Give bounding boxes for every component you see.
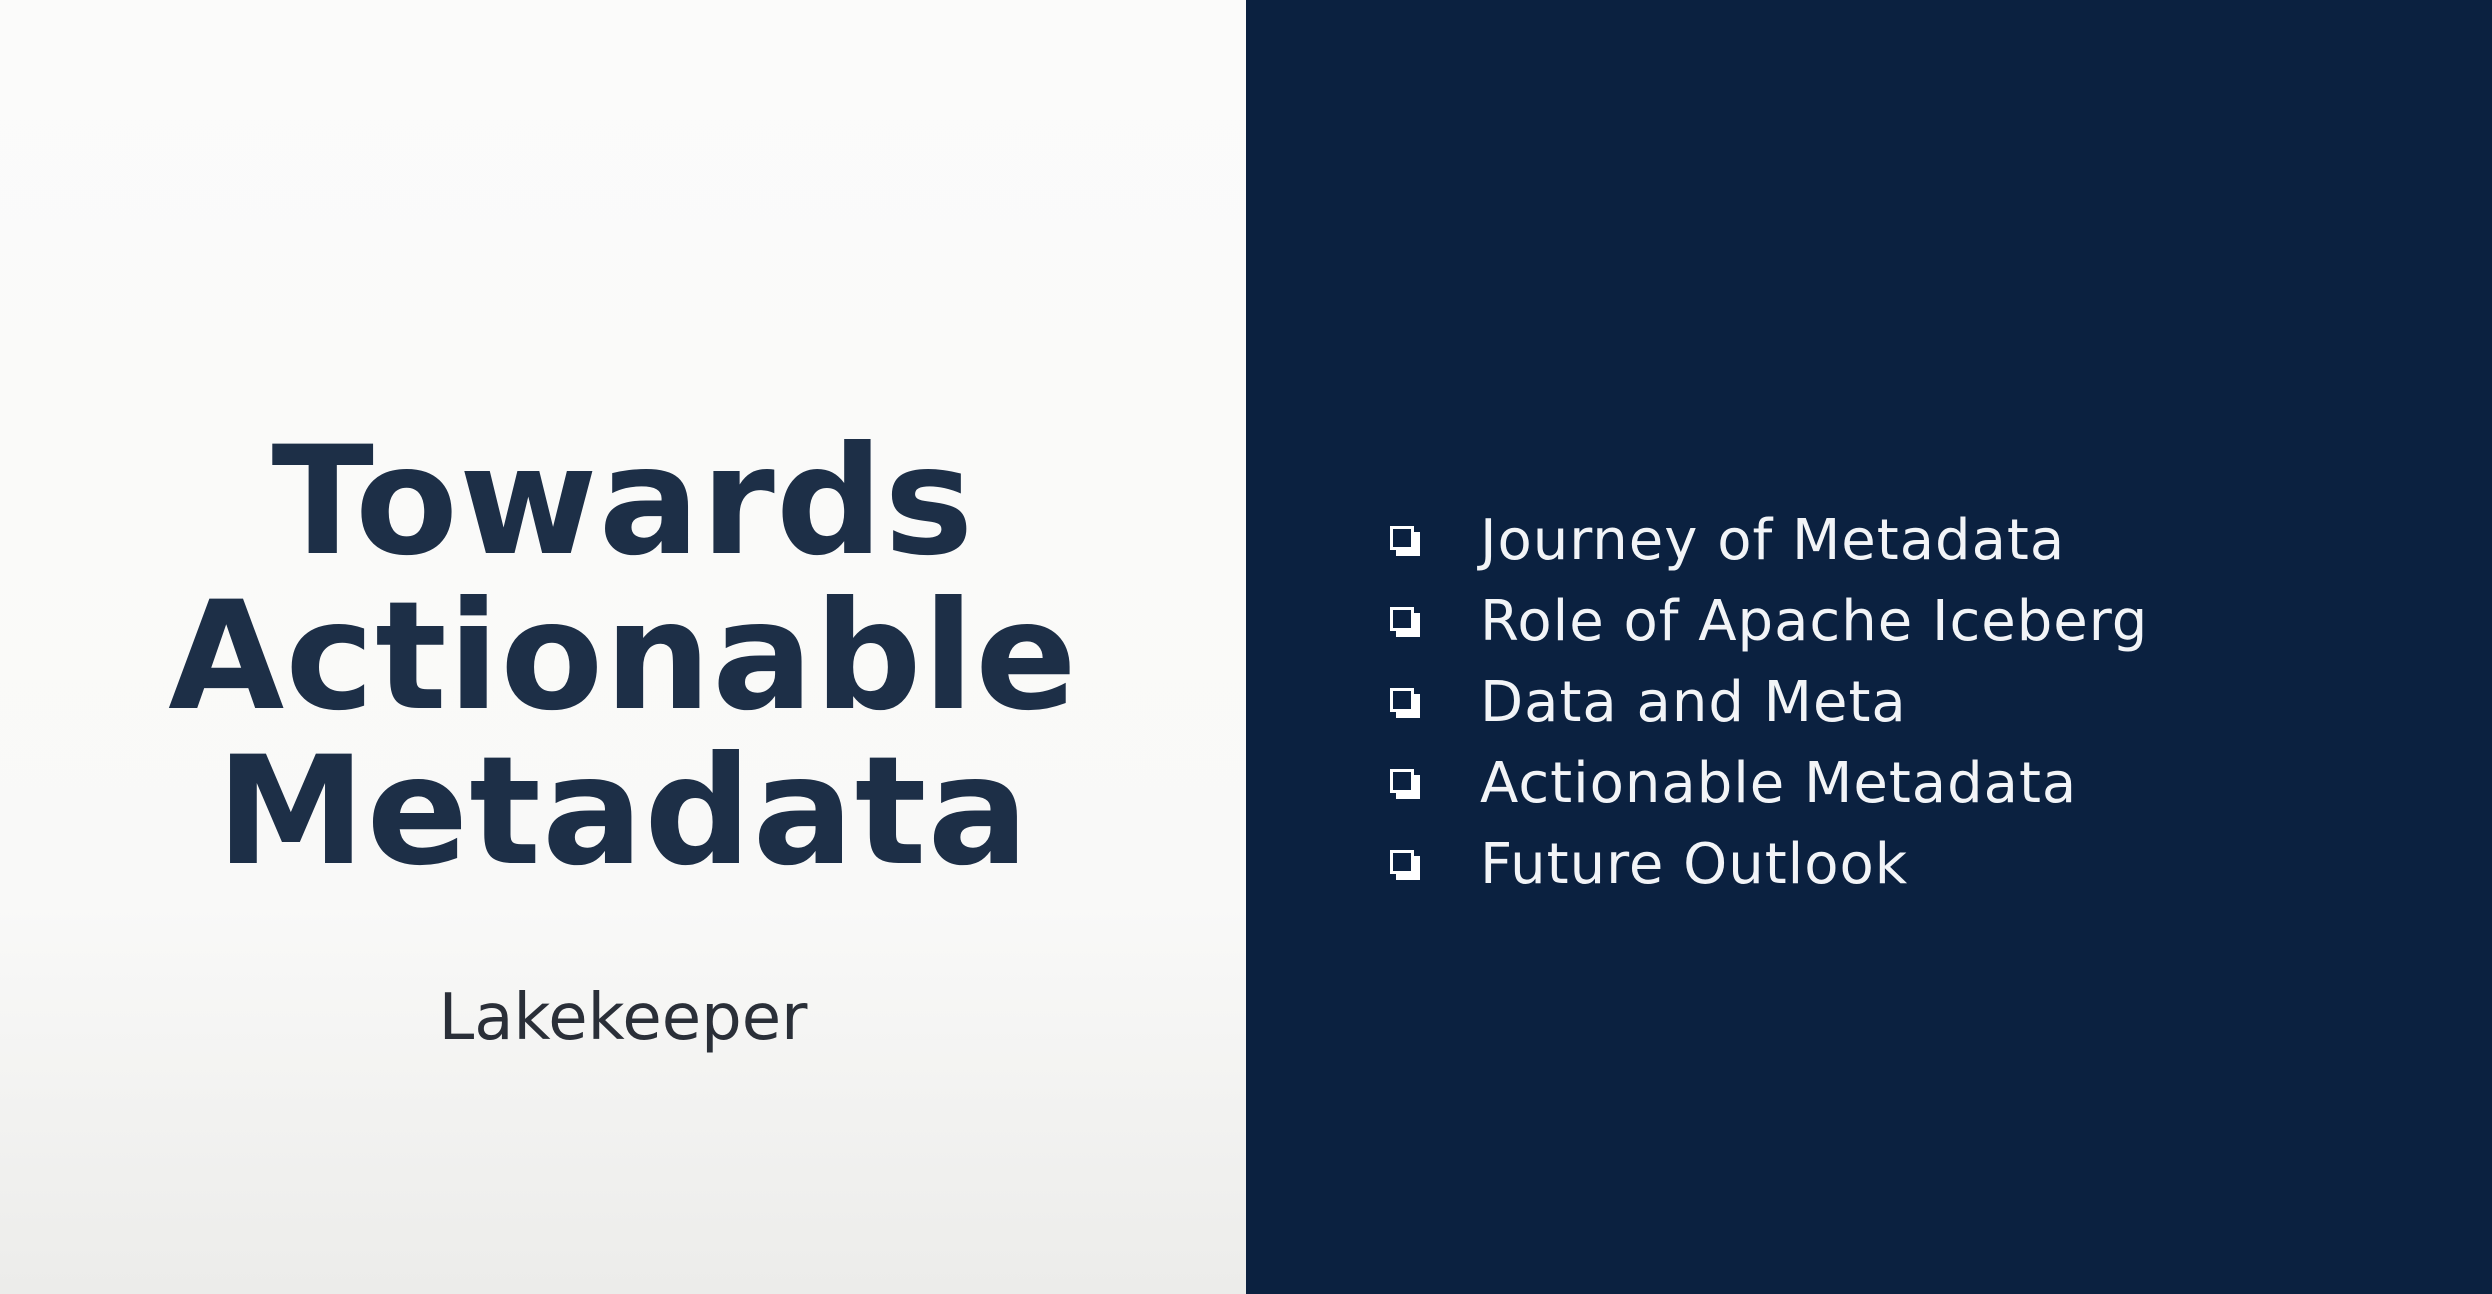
agenda-list: Journey of Metadata Role of Apache Icebe… bbox=[1385, 500, 2148, 905]
checkbox-icon bbox=[1390, 525, 1420, 556]
agenda-item-label: Data and Meta bbox=[1480, 670, 1907, 735]
presentation-slide: Towards Actionable Metadata Lakekeeper J… bbox=[0, 0, 2492, 1294]
checkbox-icon bbox=[1390, 606, 1420, 637]
agenda-item-future-outlook: Future Outlook bbox=[1385, 824, 2148, 905]
slide-title-line-2: Actionable bbox=[168, 570, 1078, 744]
agenda-item-label: Role of Apache Iceberg bbox=[1480, 589, 2149, 654]
title-panel: Towards Actionable Metadata Lakekeeper bbox=[0, 0, 1246, 1294]
slide-title-line-3: Metadata bbox=[216, 725, 1030, 899]
agenda-item-actionable-metadata: Actionable Metadata bbox=[1385, 743, 2148, 824]
checkbox-icon bbox=[1390, 687, 1420, 718]
slide-title: Towards Actionable Metadata bbox=[0, 425, 1246, 890]
agenda-item-label: Journey of Metadata bbox=[1480, 508, 2066, 573]
slide-title-line-1: Towards bbox=[271, 415, 975, 589]
slide-subtitle: Lakekeeper bbox=[438, 981, 808, 1055]
agenda-item-journey-of-metadata: Journey of Metadata bbox=[1385, 500, 2148, 581]
checkbox-icon bbox=[1390, 768, 1420, 799]
agenda-item-label: Actionable Metadata bbox=[1480, 751, 2078, 816]
agenda-item-label: Future Outlook bbox=[1480, 832, 1909, 897]
agenda-item-data-and-meta: Data and Meta bbox=[1385, 662, 2148, 743]
checkbox-icon bbox=[1390, 849, 1420, 880]
agenda-item-role-of-apache-iceberg: Role of Apache Iceberg bbox=[1385, 581, 2148, 662]
